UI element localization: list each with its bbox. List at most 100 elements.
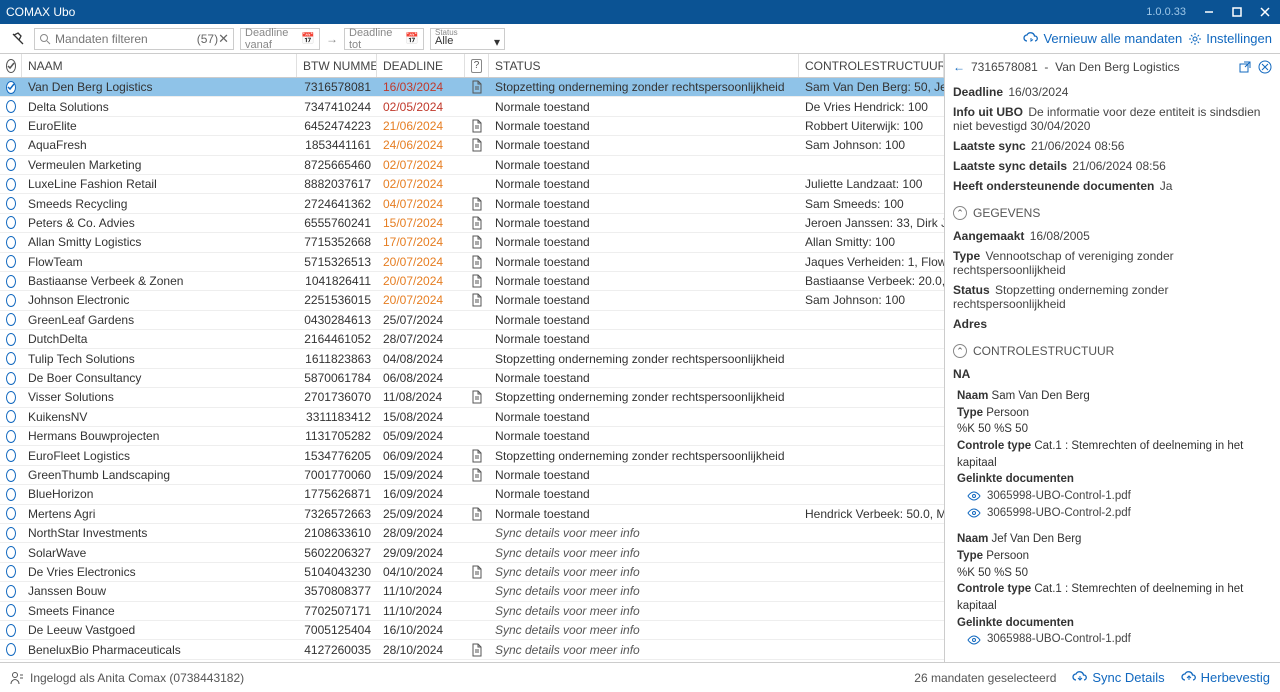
row-checkbox[interactable] bbox=[0, 175, 22, 193]
table-row[interactable]: De Boer Consultancy587006178406/08/2024N… bbox=[0, 369, 944, 388]
table-row[interactable]: Vermeulen Marketing872566546002/07/2024N… bbox=[0, 156, 944, 175]
row-checkbox[interactable] bbox=[0, 543, 22, 561]
row-checkbox[interactable] bbox=[0, 253, 22, 271]
row-doc-icon[interactable] bbox=[465, 194, 489, 212]
table-row[interactable]: Bastiaanse Verbeek & Zonen104182641120/0… bbox=[0, 272, 944, 291]
row-doc-icon[interactable] bbox=[465, 388, 489, 406]
table-row[interactable]: Smeets Finance770250717111/10/2024Sync d… bbox=[0, 602, 944, 621]
select-all-checkbox[interactable] bbox=[0, 54, 22, 77]
row-checkbox[interactable] bbox=[0, 388, 22, 406]
maximize-button[interactable] bbox=[1228, 3, 1246, 21]
row-checkbox[interactable] bbox=[0, 233, 22, 251]
row-checkbox[interactable] bbox=[0, 369, 22, 387]
filter-input[interactable] bbox=[55, 32, 165, 46]
table-row[interactable]: EuroElite645247422321/06/2024Normale toe… bbox=[0, 117, 944, 136]
table-row[interactable]: NorthStar Investments210863361028/09/202… bbox=[0, 524, 944, 543]
row-checkbox[interactable] bbox=[0, 291, 22, 309]
row-doc-icon[interactable] bbox=[465, 233, 489, 251]
row-checkbox[interactable] bbox=[0, 505, 22, 523]
table-row[interactable]: Visser Solutions270173607011/08/2024Stop… bbox=[0, 388, 944, 407]
column-status[interactable]: STATUS bbox=[489, 54, 799, 77]
table-row[interactable]: Smeeds Recycling272464136204/07/2024Norm… bbox=[0, 194, 944, 213]
deadline-from-input[interactable]: Deadline vanaf 📅 bbox=[240, 28, 320, 50]
row-doc-icon[interactable] bbox=[465, 253, 489, 271]
row-checkbox[interactable] bbox=[0, 563, 22, 581]
row-checkbox[interactable] bbox=[0, 272, 22, 290]
table-row[interactable]: KuikensNV331118341215/08/2024Normale toe… bbox=[0, 408, 944, 427]
table-row[interactable]: GreenThumb Landscaping700177006015/09/20… bbox=[0, 466, 944, 485]
back-arrow-icon[interactable]: ← bbox=[953, 60, 965, 74]
linked-document[interactable]: 3065998-UBO-Control-2.pdf bbox=[967, 505, 1272, 522]
row-checkbox[interactable] bbox=[0, 311, 22, 329]
minimize-button[interactable] bbox=[1200, 3, 1218, 21]
row-checkbox[interactable] bbox=[0, 485, 22, 503]
table-row[interactable]: Delta Solutions734741024402/05/2024Norma… bbox=[0, 97, 944, 116]
row-checkbox[interactable] bbox=[0, 621, 22, 639]
row-checkbox[interactable] bbox=[0, 214, 22, 232]
section-control[interactable]: ⌃ CONTROLESTRUCTUUR bbox=[953, 338, 1272, 364]
row-checkbox[interactable] bbox=[0, 136, 22, 154]
column-deadline[interactable]: DEADLINE↓ bbox=[377, 54, 465, 77]
eye-icon[interactable] bbox=[967, 635, 981, 645]
row-checkbox[interactable] bbox=[0, 97, 22, 115]
row-doc-icon[interactable] bbox=[465, 466, 489, 484]
row-checkbox[interactable] bbox=[0, 117, 22, 135]
clear-filter-icon[interactable]: ✕ bbox=[218, 31, 229, 47]
row-doc-icon[interactable] bbox=[465, 563, 489, 581]
column-control[interactable]: CONTROLESTRUCTUUR bbox=[799, 54, 944, 77]
deadline-to-input[interactable]: Deadline tot 📅 bbox=[344, 28, 424, 50]
sync-details-button[interactable]: Sync Details bbox=[1072, 670, 1164, 685]
table-row[interactable]: Hermans Bouwprojecten113170528205/09/202… bbox=[0, 427, 944, 446]
close-panel-icon[interactable] bbox=[1258, 60, 1272, 74]
open-external-icon[interactable] bbox=[1238, 60, 1252, 74]
table-row[interactable]: SolarWave560220632729/09/2024Sync detail… bbox=[0, 543, 944, 562]
column-doc[interactable]: ? bbox=[465, 54, 489, 77]
reconfirm-button[interactable]: Herbevestig bbox=[1181, 670, 1270, 685]
table-row[interactable]: Van Den Berg Logistics731657808116/03/20… bbox=[0, 78, 944, 97]
close-button[interactable] bbox=[1256, 3, 1274, 21]
table-row[interactable]: BeneluxBio Pharmaceuticals412726003528/1… bbox=[0, 640, 944, 659]
table-row[interactable]: Janssen Bouw357080837711/10/2024Sync det… bbox=[0, 582, 944, 601]
table-row[interactable]: BlueHorizon177562687116/09/2024Normale t… bbox=[0, 485, 944, 504]
row-doc-icon[interactable] bbox=[465, 136, 489, 154]
table-row[interactable]: Allan Smitty Logistics771535266817/07/20… bbox=[0, 233, 944, 252]
row-checkbox[interactable] bbox=[0, 640, 22, 658]
row-doc-icon[interactable] bbox=[465, 78, 489, 96]
table-row[interactable]: LuxeLine Fashion Retail888203761702/07/2… bbox=[0, 175, 944, 194]
settings-button[interactable]: Instellingen bbox=[1188, 31, 1272, 46]
row-checkbox[interactable] bbox=[0, 156, 22, 174]
eye-icon[interactable] bbox=[967, 491, 981, 501]
row-doc-icon[interactable] bbox=[465, 214, 489, 232]
refresh-all-button[interactable]: Vernieuw alle mandaten bbox=[1023, 31, 1182, 46]
table-row[interactable]: Peters & Co. Advies655576024115/07/2024N… bbox=[0, 214, 944, 233]
row-checkbox[interactable] bbox=[0, 524, 22, 542]
row-doc-icon[interactable] bbox=[465, 446, 489, 464]
table-row[interactable]: Tulip Tech Solutions161182386304/08/2024… bbox=[0, 349, 944, 368]
row-checkbox[interactable] bbox=[0, 408, 22, 426]
row-checkbox[interactable] bbox=[0, 602, 22, 620]
linked-document[interactable]: 3065988-UBO-Control-1.pdf bbox=[967, 631, 1272, 648]
row-checkbox[interactable] bbox=[0, 446, 22, 464]
row-doc-icon[interactable] bbox=[465, 272, 489, 290]
table-row[interactable]: FlowTeam571532651320/07/2024Normale toes… bbox=[0, 253, 944, 272]
row-checkbox[interactable] bbox=[0, 427, 22, 445]
section-gegevens[interactable]: ⌃ GEGEVENS bbox=[953, 200, 1272, 226]
table-row[interactable]: DutchDiamond Trading773356075511/12/2024… bbox=[0, 660, 944, 662]
linked-document[interactable]: 3065998-UBO-Control-1.pdf bbox=[967, 488, 1272, 505]
column-name[interactable]: NAAM bbox=[22, 54, 297, 77]
row-checkbox[interactable] bbox=[0, 660, 22, 662]
row-doc-icon[interactable] bbox=[465, 117, 489, 135]
table-row[interactable]: EuroFleet Logistics153477620506/09/2024S… bbox=[0, 446, 944, 465]
eye-icon[interactable] bbox=[967, 508, 981, 518]
pin-filter-icon[interactable] bbox=[8, 29, 28, 49]
table-row[interactable]: De Leeuw Vastgoed700512540416/10/2024Syn… bbox=[0, 621, 944, 640]
row-doc-icon[interactable] bbox=[465, 640, 489, 658]
row-doc-icon[interactable] bbox=[465, 505, 489, 523]
row-checkbox[interactable] bbox=[0, 466, 22, 484]
table-row[interactable]: De Vries Electronics510404323004/10/2024… bbox=[0, 563, 944, 582]
table-row[interactable]: DutchDelta216446105228/07/2024Normale to… bbox=[0, 330, 944, 349]
status-dropdown[interactable]: Status Alle ▾ bbox=[430, 28, 505, 50]
table-row[interactable]: Johnson Electronic225153601520/07/2024No… bbox=[0, 291, 944, 310]
row-checkbox[interactable] bbox=[0, 582, 22, 600]
row-checkbox[interactable] bbox=[0, 194, 22, 212]
